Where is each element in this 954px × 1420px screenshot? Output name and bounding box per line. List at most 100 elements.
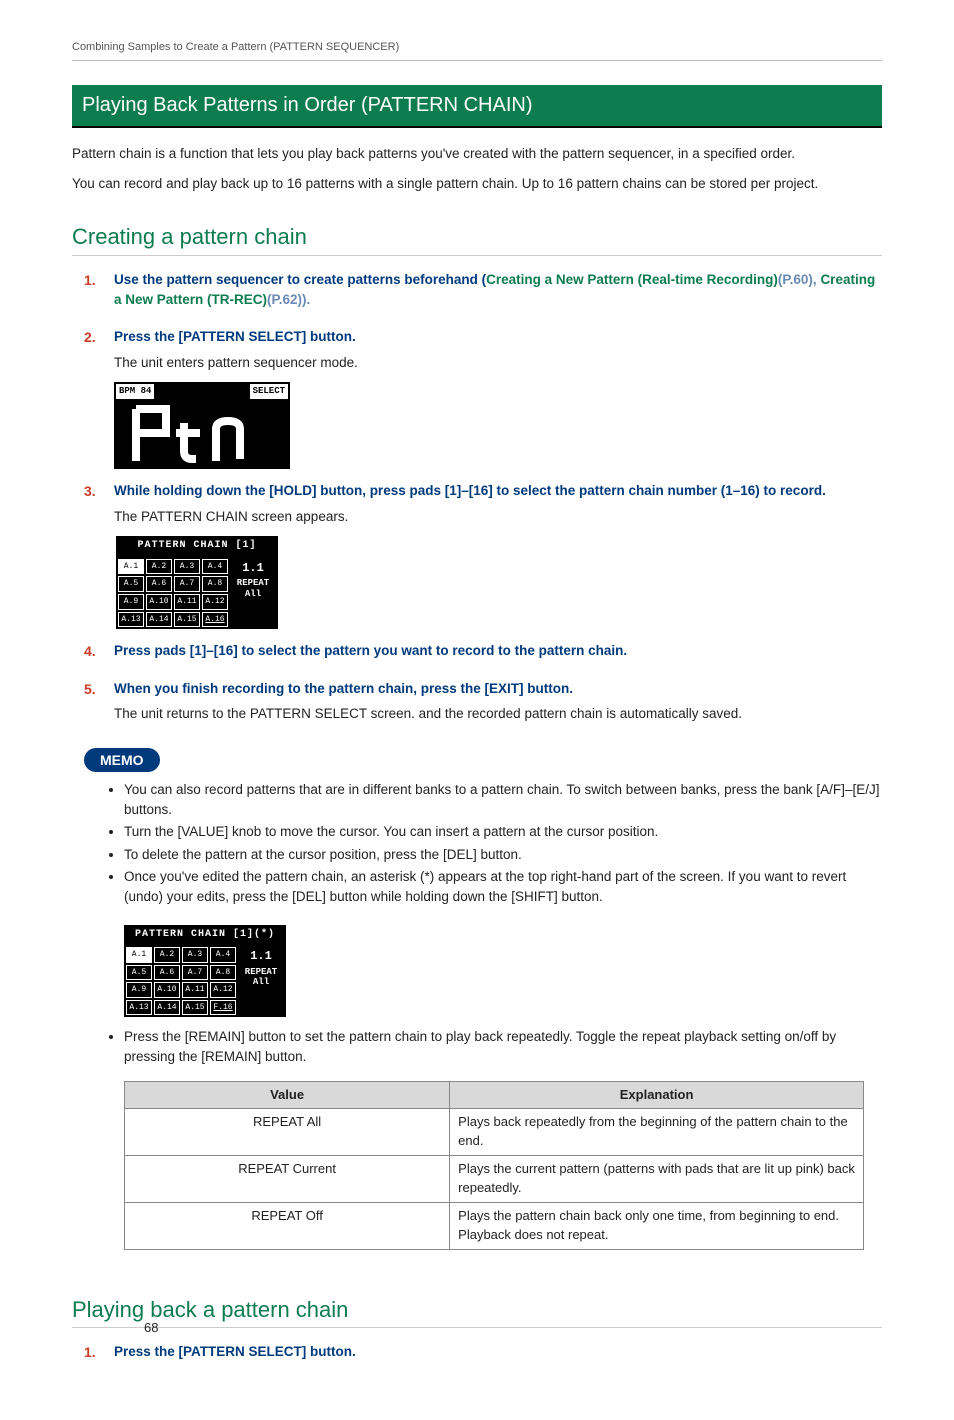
chain-cell: A.11	[174, 594, 200, 610]
step-instruction: Press the [PATTERN SELECT] button.	[114, 327, 882, 347]
chain-cell: A.9	[118, 594, 144, 610]
chain-cell: A.13	[126, 1000, 152, 1016]
chain-cell: A.10	[154, 982, 180, 998]
chain-cell: A.14	[146, 612, 172, 628]
chain-cell: A.11	[182, 982, 208, 998]
chain-cell: A.7	[174, 576, 200, 592]
table-cell-value: REPEAT Off	[125, 1202, 450, 1249]
step-number: 3.	[84, 481, 114, 629]
repeat-values-table: Value Explanation REPEAT All Plays back …	[124, 1081, 864, 1250]
lcd-screenshot-chain-edited: PATTERN CHAIN [1](*) A.1 A.2 A.3 A.4 A.5…	[124, 925, 286, 1018]
table-header-explanation: Explanation	[450, 1081, 864, 1109]
chain-cell: A.6	[154, 965, 180, 981]
memo-list: You can also record patterns that are in…	[124, 780, 882, 906]
subheading-creating: Creating a pattern chain	[72, 221, 882, 256]
table-cell-explanation: Plays the current pattern (patterns with…	[450, 1156, 864, 1203]
chain-cell: A.8	[202, 576, 228, 592]
step-text: Use the pattern sequencer to create patt…	[114, 272, 486, 287]
memo-item: Turn the [VALUE] knob to move the cursor…	[124, 822, 882, 842]
table-header-value: Value	[125, 1081, 450, 1109]
chain-cell: A.5	[118, 576, 144, 592]
step-2: 2. Press the [PATTERN SELECT] button. Th…	[84, 327, 882, 469]
chain-cell: A.4	[210, 947, 236, 963]
page-ref: (P.60),	[778, 272, 821, 287]
memo-item: You can also record patterns that are in…	[124, 780, 882, 819]
section-banner: Playing Back Patterns in Order (PATTERN …	[72, 85, 882, 128]
running-header: Combining Samples to Create a Pattern (P…	[72, 40, 882, 61]
chain-cell: A.13	[118, 612, 144, 628]
chain-cell: A.12	[210, 982, 236, 998]
step-1-playback: 1. Press the [PATTERN SELECT] button.	[84, 1342, 882, 1368]
chain-cell: A.3	[182, 947, 208, 963]
step-number: 4.	[84, 641, 114, 667]
step-instruction: Press pads [1]–[16] to select the patter…	[114, 641, 882, 661]
intro-paragraph-2: You can record and play back up to 16 pa…	[72, 174, 882, 194]
table-cell-value: REPEAT Current	[125, 1156, 450, 1203]
lcd-repeat-value: All	[230, 589, 276, 600]
chain-cell: A.14	[154, 1000, 180, 1016]
page-number: 68	[144, 1319, 158, 1338]
lcd-chain-title: PATTERN CHAIN [1](*)	[124, 925, 286, 946]
page-ref: (P.62)).	[267, 292, 310, 307]
lcd-big-text	[116, 401, 288, 467]
table-cell-explanation: Plays back repeatedly from the beginning…	[450, 1109, 864, 1156]
chain-cell: A.15	[174, 612, 200, 628]
chain-cell: A.3	[174, 559, 200, 575]
intro-paragraph-1: Pattern chain is a function that lets yo…	[72, 144, 882, 164]
table-row: REPEAT Off Plays the pattern chain back …	[125, 1202, 864, 1249]
lcd-mode: SELECT	[250, 384, 288, 399]
step-4: 4. Press pads [1]–[16] to select the pat…	[84, 641, 882, 667]
step-instruction: Use the pattern sequencer to create patt…	[114, 270, 882, 309]
step-3: 3. While holding down the [HOLD] button,…	[84, 481, 882, 629]
chain-cell: F.16	[210, 1000, 236, 1016]
step-1: 1. Use the pattern sequencer to create p…	[84, 270, 882, 315]
chain-cell: A.12	[202, 594, 228, 610]
memo-item: Once you've edited the pattern chain, an…	[124, 867, 882, 906]
memo-item: To delete the pattern at the cursor posi…	[124, 845, 882, 865]
link-realtime-recording[interactable]: Creating a New Pattern (Real-time Record…	[486, 272, 778, 287]
lcd-chain-title: PATTERN CHAIN [1]	[116, 536, 278, 557]
table-cell-explanation: Plays the pattern chain back only one ti…	[450, 1202, 864, 1249]
chain-cell: A.4	[202, 559, 228, 575]
lcd-repeat-label: REPEAT	[230, 578, 276, 589]
lcd-bpm: BPM 84	[116, 384, 154, 399]
step-number: 2.	[84, 327, 114, 469]
lcd-repeat-value: All	[238, 977, 284, 988]
table-row: REPEAT Current Plays the current pattern…	[125, 1156, 864, 1203]
lcd-repeat-label: REPEAT	[238, 967, 284, 978]
chain-cell: A.1	[118, 559, 144, 575]
lcd-chain-grid: A.1 A.2 A.3 A.4 A.5 A.6 A.7 A.8 A.9 A.10…	[118, 559, 228, 627]
lcd-chain-step: 1.1	[230, 561, 276, 575]
chain-cell: A.2	[146, 559, 172, 575]
memo-item: Press the [REMAIN] button to set the pat…	[124, 1027, 882, 1066]
memo-badge: MEMO	[84, 748, 160, 772]
chain-cell: A.9	[126, 982, 152, 998]
step-number: 5.	[84, 679, 114, 730]
step-instruction: Press the [PATTERN SELECT] button.	[114, 1342, 882, 1362]
subheading-playing-back: Playing back a pattern chain	[72, 1294, 882, 1329]
step-note: The PATTERN CHAIN screen appears.	[114, 507, 882, 527]
step-note: The unit returns to the PATTERN SELECT s…	[114, 704, 882, 724]
step-5: 5. When you finish recording to the patt…	[84, 679, 882, 730]
chain-cell: A.16	[202, 612, 228, 628]
chain-cell: A.6	[146, 576, 172, 592]
step-instruction: When you finish recording to the pattern…	[114, 679, 882, 699]
step-instruction: While holding down the [HOLD] button, pr…	[114, 481, 882, 501]
table-cell-value: REPEAT All	[125, 1109, 450, 1156]
lcd-chain-step: 1.1	[238, 949, 284, 963]
chain-cell: A.7	[182, 965, 208, 981]
chain-cell: A.10	[146, 594, 172, 610]
step-note: The unit enters pattern sequencer mode.	[114, 353, 882, 373]
chain-cell: A.15	[182, 1000, 208, 1016]
lcd-screenshot-ptn: BPM 84 SELECT	[114, 382, 290, 469]
memo-list-2: Press the [REMAIN] button to set the pat…	[124, 1027, 882, 1066]
chain-cell: A.5	[126, 965, 152, 981]
chain-cell: A.8	[210, 965, 236, 981]
chain-cell: A.2	[154, 947, 180, 963]
lcd-screenshot-chain: PATTERN CHAIN [1] A.1 A.2 A.3 A.4 A.5 A.…	[116, 536, 278, 629]
step-number: 1.	[84, 1342, 114, 1368]
chain-cell: A.1	[126, 947, 152, 963]
step-number: 1.	[84, 270, 114, 315]
table-row: REPEAT All Plays back repeatedly from th…	[125, 1109, 864, 1156]
lcd-chain-grid: A.1 A.2 A.3 A.4 A.5 A.6 A.7 A.8 A.9 A.10…	[126, 947, 236, 1015]
